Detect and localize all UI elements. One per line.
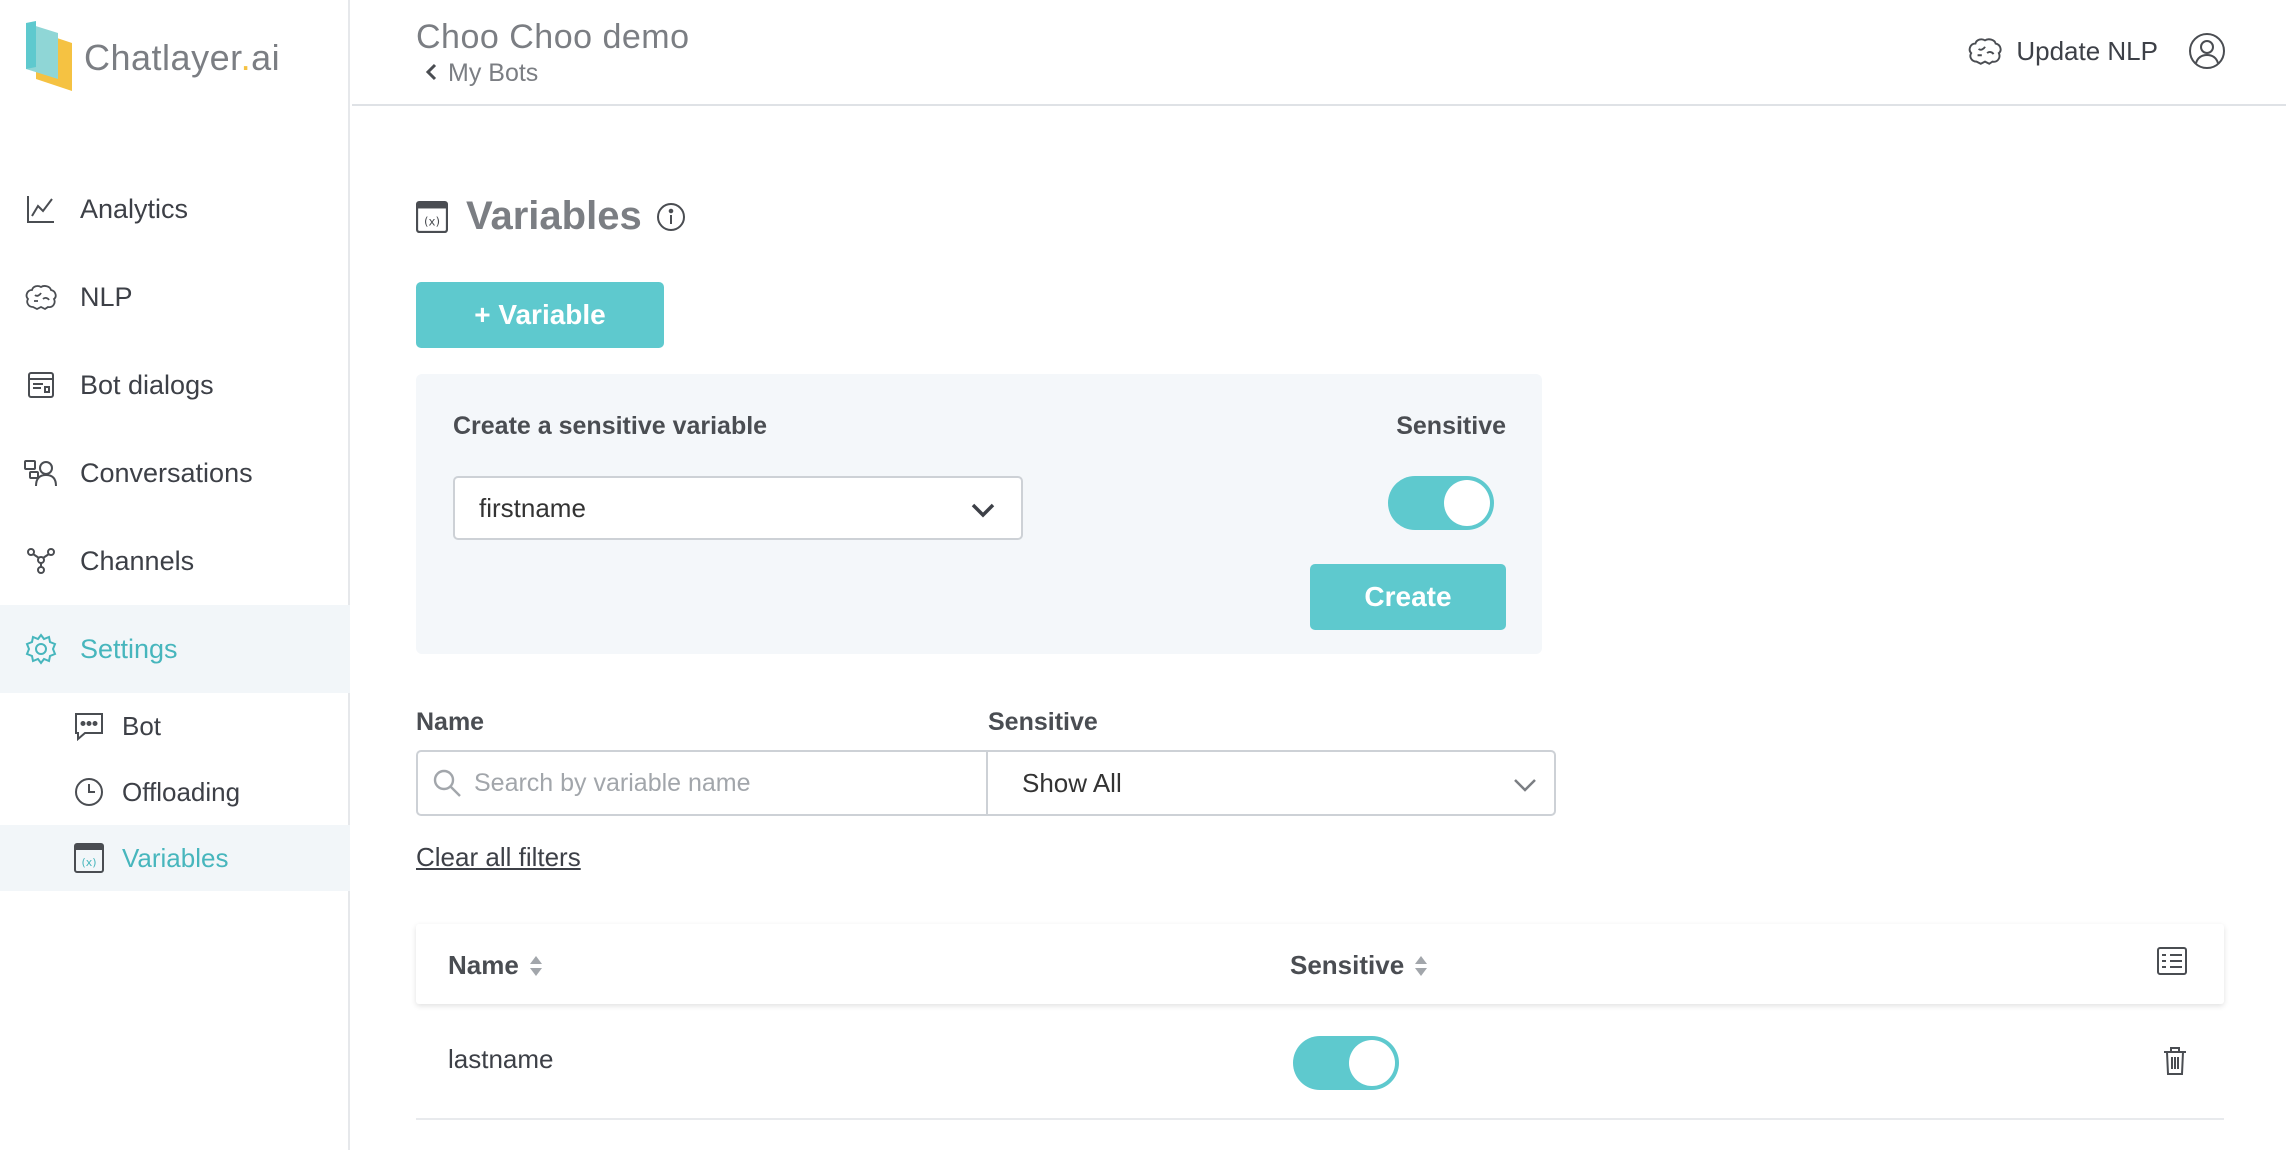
sensitive-toggle[interactable] — [1388, 476, 1494, 530]
user-avatar-icon[interactable] — [2188, 32, 2226, 70]
filter-sensitive-label: Sensitive — [988, 708, 1098, 736]
bot-title: Choo Choo demo — [416, 18, 690, 56]
info-icon[interactable] — [656, 202, 686, 232]
variable-icon: (x) — [72, 841, 106, 875]
main-nav: Analytics NLP Bot dialogs Conversations … — [0, 165, 350, 891]
create-sensitive-variable-label: Create a sensitive variable — [453, 412, 768, 440]
filter-bar: Show All — [416, 750, 1556, 816]
chevron-left-icon — [424, 58, 438, 89]
clock-icon — [72, 775, 106, 809]
table-header: Name Sensitive — [416, 924, 2224, 1004]
channels-icon — [24, 544, 58, 578]
search-input[interactable] — [474, 768, 954, 798]
clear-all-filters-link[interactable]: Clear all filters — [416, 842, 581, 873]
update-nlp-button[interactable]: Update NLP — [1968, 36, 2158, 67]
column-header-sensitive[interactable]: Sensitive — [1290, 950, 1428, 981]
toggle-knob — [1444, 480, 1490, 526]
sort-icon — [529, 954, 543, 978]
logo-text: Chatlayer.ai — [84, 37, 281, 78]
column-settings-icon[interactable] — [2156, 946, 2188, 976]
search-icon — [432, 768, 462, 798]
chart-line-icon — [24, 192, 58, 226]
chatlayer-logo-icon — [22, 21, 76, 95]
sidebar-subitem-variables[interactable]: (x) Variables — [0, 825, 350, 891]
create-button[interactable]: Create — [1310, 564, 1506, 630]
settings-subnav: Bot Offloading (x) Variables — [0, 693, 350, 891]
sidebar-item-analytics[interactable]: Analytics — [0, 165, 350, 253]
sidebar-item-settings[interactable]: Settings — [0, 605, 350, 693]
toggle-knob — [1349, 1040, 1395, 1086]
sidebar-item-nlp[interactable]: NLP — [0, 253, 350, 341]
conversations-icon — [24, 456, 58, 490]
svg-text:(x): (x) — [424, 214, 440, 228]
sensitive-filter-select[interactable]: Show All — [988, 752, 1554, 814]
sort-icon — [1414, 954, 1428, 978]
sidebar-item-conversations[interactable]: Conversations — [0, 429, 350, 517]
brain-icon — [1968, 36, 2002, 66]
trash-icon[interactable] — [2162, 1046, 2188, 1076]
row-sensitive-toggle[interactable] — [1293, 1036, 1399, 1090]
header-actions: Update NLP — [1968, 32, 2226, 70]
search-field — [418, 752, 988, 814]
sidebar-item-channels[interactable]: Channels — [0, 517, 350, 605]
column-header-name[interactable]: Name — [448, 950, 543, 981]
chat-bubble-icon — [72, 709, 106, 743]
bot-dialogs-icon — [24, 368, 58, 402]
sensitive-label: Sensitive — [1396, 412, 1506, 440]
gear-icon — [24, 632, 58, 666]
page-title: (x) Variables — [416, 194, 686, 239]
sidebar-item-bot-dialogs[interactable]: Bot dialogs — [0, 341, 350, 429]
chevron-down-icon — [1512, 772, 1538, 798]
variable-name-cell: lastname — [448, 1044, 554, 1074]
svg-text:(x): (x) — [81, 856, 96, 869]
filter-name-label: Name — [416, 708, 485, 736]
chevron-down-icon — [969, 496, 997, 524]
my-bots-back-link[interactable]: My Bots — [424, 58, 538, 89]
variables-table: Name Sensitive lastname — [416, 924, 2224, 1120]
brain-icon — [24, 280, 58, 314]
variable-select[interactable]: firstname — [453, 476, 1023, 540]
variable-icon: (x) — [416, 200, 448, 233]
add-variable-button[interactable]: + Variable — [416, 282, 664, 348]
create-sensitive-variable-panel: Create a sensitive variable Sensitive fi… — [416, 374, 1542, 654]
sidebar-subitem-offloading[interactable]: Offloading — [0, 759, 350, 825]
sidebar: Chatlayer.ai Analytics NLP Bot dialogs C… — [0, 0, 350, 1150]
sidebar-subitem-bot[interactable]: Bot — [0, 693, 350, 759]
top-header: Choo Choo demo My Bots Update NLP — [352, 0, 2286, 106]
chatlayer-logo[interactable]: Chatlayer.ai — [22, 18, 280, 98]
table-row: lastname — [416, 1004, 2224, 1120]
